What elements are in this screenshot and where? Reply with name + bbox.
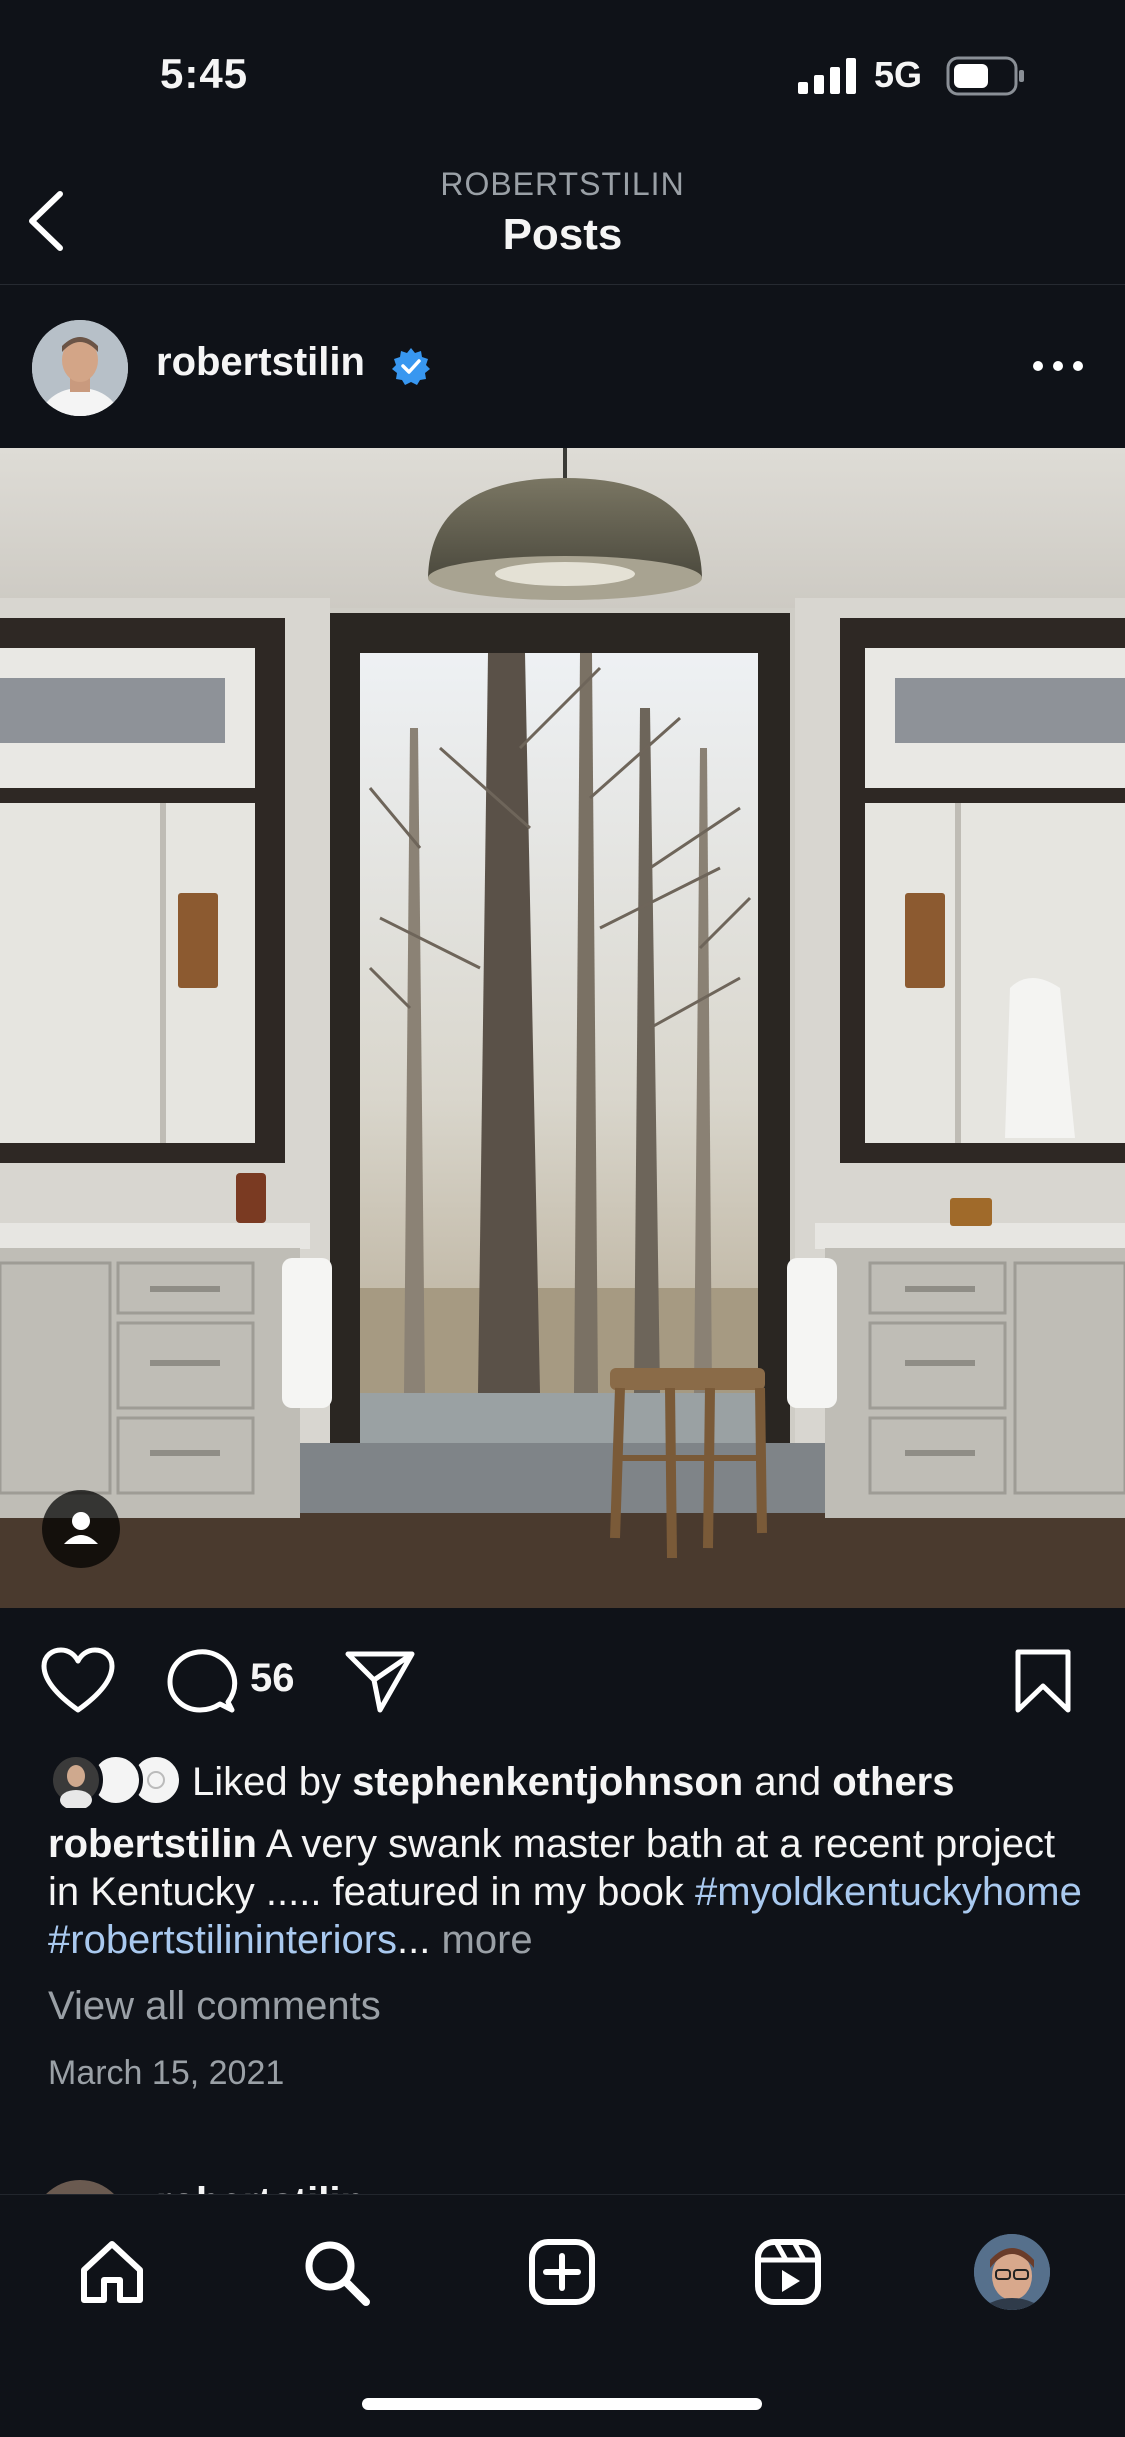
caption-ellipsis: ... (397, 1918, 431, 1962)
reels-icon[interactable] (752, 2236, 824, 2308)
status-time: 5:45 (160, 50, 249, 97)
liked-by-avatars (49, 1753, 182, 1808)
post-caption: robertstilin A very swank master bath at… (48, 1820, 1088, 1964)
page-title: Posts (502, 210, 623, 259)
liked-by-text: Liked by stephenkentjohnson and others (192, 1760, 955, 1805)
post-photo[interactable] (0, 448, 1125, 1608)
post-avatar[interactable] (32, 320, 128, 416)
person-icon (64, 1512, 98, 1544)
profile-avatar[interactable] (974, 2234, 1050, 2310)
caption-username[interactable]: robertstilin (48, 1822, 257, 1866)
verified-icon (392, 348, 430, 385)
liked-by-and: and (754, 1760, 822, 1804)
liked-by-others-link[interactable]: others (832, 1760, 954, 1804)
search-icon[interactable] (300, 2236, 372, 2308)
signal-icon (798, 58, 856, 94)
profile-avatar-image (974, 2234, 1050, 2310)
create-icon[interactable] (526, 2236, 598, 2308)
battery-icon (946, 56, 1024, 96)
header-subtitle: ROBERTSTILIN (440, 166, 685, 202)
comment-count[interactable]: 56 (250, 1656, 295, 1701)
post-date: March 15, 2021 (48, 2054, 285, 2092)
post-username[interactable]: robertstilin (156, 340, 365, 385)
more-icon[interactable] (1030, 358, 1086, 374)
liked-by-prefix: Liked by (192, 1760, 341, 1804)
caption-more-link[interactable]: more (442, 1918, 533, 1962)
heart-icon[interactable] (40, 1646, 116, 1716)
tagged-people-button[interactable] (42, 1490, 120, 1568)
header-divider (0, 284, 1125, 285)
comment-icon[interactable] (164, 1646, 240, 1716)
home-icon[interactable] (76, 2236, 148, 2308)
avatar-portrait (32, 320, 128, 416)
liked-by-user-link[interactable]: stephenkentjohnson (352, 1760, 743, 1804)
share-icon[interactable] (342, 1646, 418, 1716)
home-indicator (362, 2398, 762, 2410)
view-comments-link[interactable]: View all comments (48, 1984, 381, 2029)
network-label: 5G (874, 54, 923, 95)
bookmark-icon[interactable] (1010, 1646, 1076, 1716)
